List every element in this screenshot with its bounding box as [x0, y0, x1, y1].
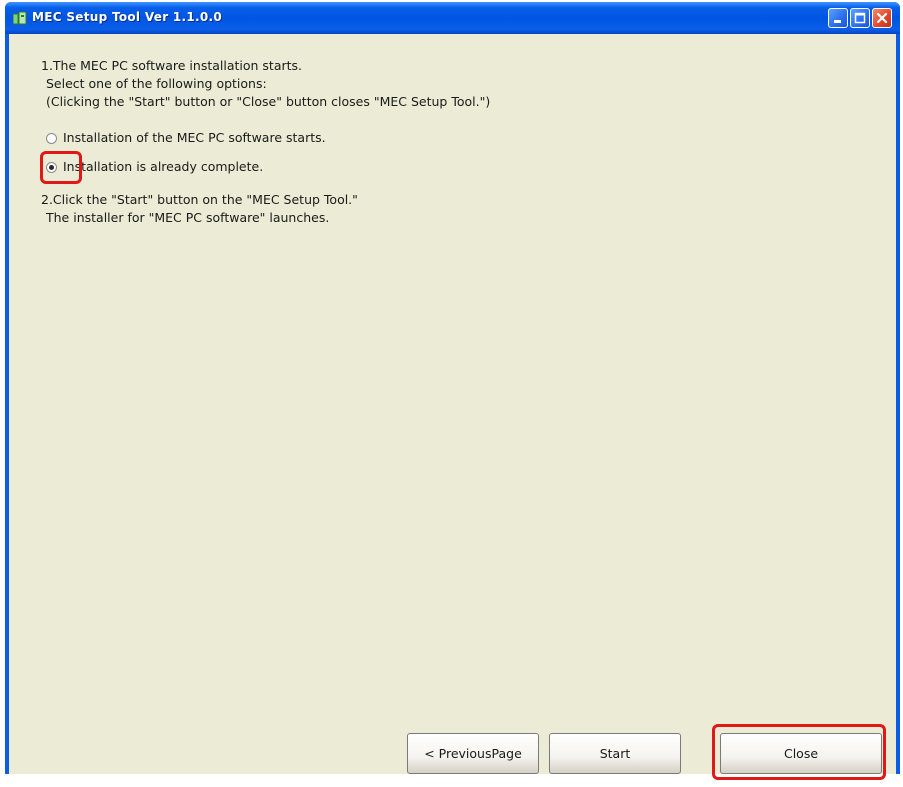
- radio-highlight-box: [40, 151, 82, 184]
- step2-line2: The installer for "MEC PC software" laun…: [46, 210, 330, 225]
- step2-line1: 2.Click the "Start" button on the "MEC S…: [41, 192, 358, 207]
- option-install-starts-label[interactable]: Installation of the MEC PC software star…: [63, 130, 326, 145]
- window-client-area: 1.The MEC PC software installation start…: [9, 34, 896, 774]
- maximize-button[interactable]: [850, 8, 870, 28]
- close-button-highlight-box: [712, 724, 886, 780]
- previous-page-button[interactable]: < PreviousPage: [407, 733, 539, 774]
- minimize-button[interactable]: [828, 8, 848, 28]
- window-title: MEC Setup Tool Ver 1.1.0.0: [32, 10, 223, 24]
- step1-line3: (Clicking the "Start" button or "Close" …: [46, 94, 491, 109]
- close-window-button[interactable]: [872, 8, 892, 28]
- start-button[interactable]: Start: [549, 733, 681, 774]
- step1-line2: Select one of the following options:: [46, 76, 267, 91]
- minimize-icon: [834, 20, 841, 23]
- title-bar[interactable]: MEC Setup Tool Ver 1.1.0.0: [5, 2, 900, 34]
- setup-tool-window: MEC Setup Tool Ver 1.1.0.0 1.The MEC PC …: [5, 2, 900, 774]
- radio-install-starts[interactable]: [46, 133, 57, 144]
- close-icon: [876, 12, 888, 24]
- maximize-icon: [854, 12, 866, 24]
- step1-line1: 1.The MEC PC software installation start…: [41, 58, 303, 73]
- app-icon: [13, 11, 27, 25]
- option-already-complete-label[interactable]: Installation is already complete.: [63, 159, 263, 174]
